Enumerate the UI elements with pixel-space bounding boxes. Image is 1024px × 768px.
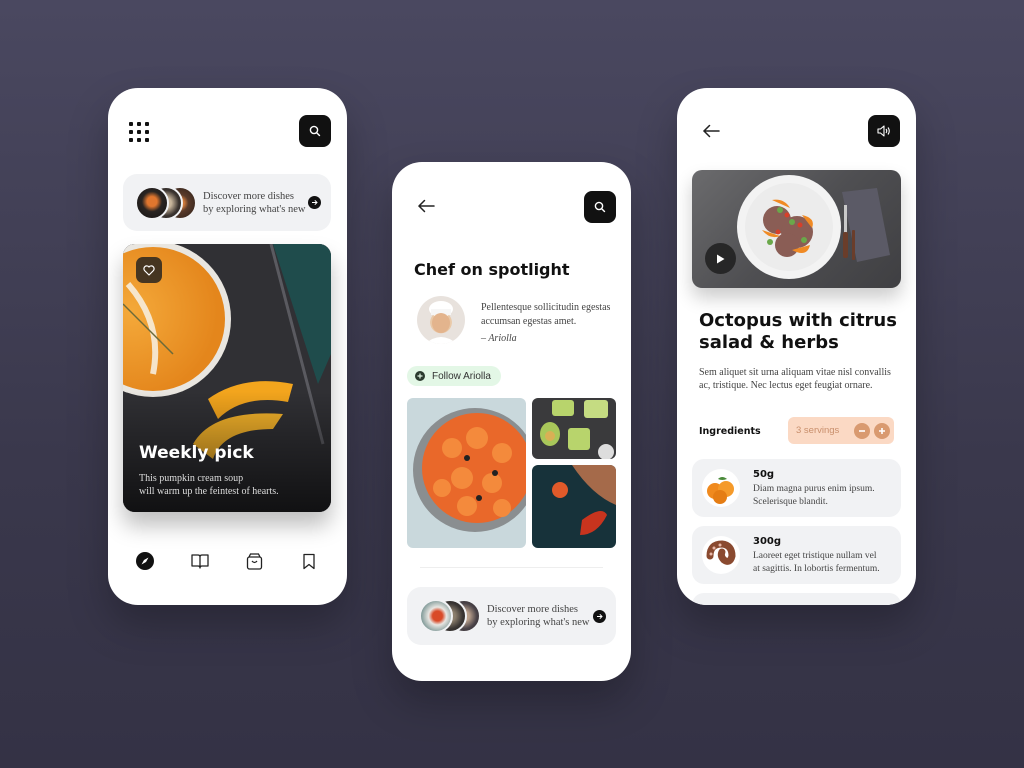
page-title: Chef on spotlight: [414, 260, 570, 279]
ingredient-desc-line2: at sagittis. In lobortis fermentum.: [753, 564, 880, 574]
follow-label: Follow Ariolla: [432, 370, 491, 382]
discover-text: Discover more dishes by exploring what's…: [487, 603, 593, 629]
compass-icon: [136, 552, 154, 570]
bag-icon: [246, 552, 262, 570]
ingredient-item-partial[interactable]: [692, 593, 901, 605]
chef-avatar[interactable]: [417, 296, 465, 344]
follow-button[interactable]: Follow Ariolla: [407, 366, 501, 386]
tab-explore[interactable]: [134, 550, 156, 572]
desc-line2: ac, tristique. Nec lectus eget feugiat o…: [699, 380, 873, 391]
discover-line1: Discover more dishes: [487, 604, 578, 615]
chef-spotlight-screen: Chef on spotlight Pellentesque sollicitu…: [392, 162, 631, 681]
dish-thumb: [419, 599, 453, 633]
carrot-salad-image: [407, 398, 526, 548]
weekly-pick-desc: This pumpkin cream soup will warm up the…: [139, 472, 279, 498]
ingredients-label: Ingredients: [699, 426, 761, 437]
divider: [420, 567, 603, 568]
favorite-button[interactable]: [136, 257, 162, 283]
discover-text: Discover more dishes by exploring what's…: [203, 190, 308, 216]
chef-signature: – Ariolla: [481, 333, 517, 344]
grid-menu-icon[interactable]: [129, 122, 149, 142]
weekly-pick-title: Weekly pick: [139, 443, 254, 463]
tab-saved[interactable]: [298, 550, 320, 572]
audio-button[interactable]: [868, 115, 900, 147]
book-icon: [191, 554, 209, 569]
recipe-title-line2: salad & herbs: [699, 332, 839, 353]
weekly-desc-line1: This pumpkin cream soup: [139, 473, 244, 484]
search-icon: [594, 201, 606, 213]
plated-dish-image: [532, 465, 616, 548]
servings-label: 3 servings: [796, 425, 840, 436]
play-icon: [717, 254, 725, 263]
discover-line1: Discover more dishes: [203, 190, 294, 202]
ingredient-desc: Laoreet eget tristique nullam vel at sag…: [753, 550, 898, 576]
discover-banner[interactable]: Discover more dishes by exploring what's…: [407, 587, 616, 645]
octopus-image: [702, 536, 740, 574]
dish-thumbnails: [419, 599, 481, 633]
ingredient-desc-line2: Scelerisque blandit.: [753, 497, 828, 507]
ingredient-amount: 50g: [753, 469, 775, 480]
desc-line1: Sem aliquet sit urna aliquam vitae nisl …: [699, 367, 891, 378]
chef-quote: Pellentesque sollicitudin egestas accums…: [481, 301, 616, 329]
quote-line2: accumsan egestas amet.: [481, 316, 577, 327]
recipe-title-line1: Octopus with citrus: [699, 310, 897, 331]
ingredient-desc: Diam magna purus enim ipsum. Scelerisque…: [753, 483, 898, 509]
plus-icon: [879, 427, 885, 434]
home-screen: Discover more dishes by exploring what's…: [108, 88, 347, 605]
arrow-right-icon[interactable]: [593, 609, 606, 623]
discover-line2: by exploring what's new: [487, 617, 590, 628]
chef-photo: [425, 301, 457, 344]
bottom-tab-bar: [108, 550, 347, 574]
search-icon: [309, 125, 321, 137]
recipe-detail-screen: Octopus with citrus salad & herbs Sem al…: [677, 88, 916, 605]
ingredient-amount: 300g: [753, 536, 782, 547]
minus-icon: [859, 429, 865, 432]
ingredient-item[interactable]: 50g Diam magna purus enim ipsum. Sceleri…: [692, 459, 901, 517]
dish-photo-meat[interactable]: [532, 465, 616, 548]
discover-banner[interactable]: Discover more dishes by exploring what's…: [123, 174, 331, 231]
tab-recipes[interactable]: [189, 550, 211, 572]
increase-servings-button[interactable]: [874, 422, 890, 439]
search-button[interactable]: [584, 191, 616, 223]
ingredient-desc-line1: Laoreet eget tristique nullam vel: [753, 551, 877, 561]
heart-icon: [143, 264, 155, 276]
dish-thumb: [135, 185, 169, 220]
back-arrow-icon[interactable]: [416, 198, 436, 214]
dish-photo-carrots[interactable]: [407, 398, 526, 548]
recipe-description: Sem aliquet sit urna aliquam vitae nisl …: [699, 366, 899, 392]
weekly-pick-card[interactable]: Weekly pick This pumpkin cream soup will…: [123, 244, 331, 512]
ingredient-desc-line1: Diam magna purus enim ipsum.: [753, 484, 875, 494]
servings-stepper: 3 servings: [788, 417, 894, 444]
plus-icon: [415, 371, 425, 381]
dish-thumbnails: [135, 185, 197, 220]
decrease-servings-button[interactable]: [854, 422, 870, 439]
dish-photo-avocado[interactable]: [532, 398, 616, 459]
discover-line2: by exploring what's new: [203, 203, 306, 215]
quote-line1: Pellentesque sollicitudin egestas: [481, 302, 611, 313]
avocado-toast-image: [532, 398, 616, 459]
recipe-video[interactable]: [692, 170, 901, 288]
back-arrow-icon[interactable]: [701, 123, 721, 139]
tangerine-image: [702, 469, 740, 507]
ingredient-item[interactable]: 300g Laoreet eget tristique nullam vel a…: [692, 526, 901, 584]
recipe-title: Octopus with citrus salad & herbs: [699, 310, 899, 354]
bookmark-icon: [303, 553, 315, 569]
tab-shop[interactable]: [243, 550, 265, 572]
weekly-desc-line2: will warm up the feintest of hearts.: [139, 486, 279, 497]
speaker-icon: [877, 125, 890, 137]
arrow-right-icon[interactable]: [308, 196, 321, 209]
search-button[interactable]: [299, 115, 331, 147]
play-button[interactable]: [705, 243, 736, 274]
